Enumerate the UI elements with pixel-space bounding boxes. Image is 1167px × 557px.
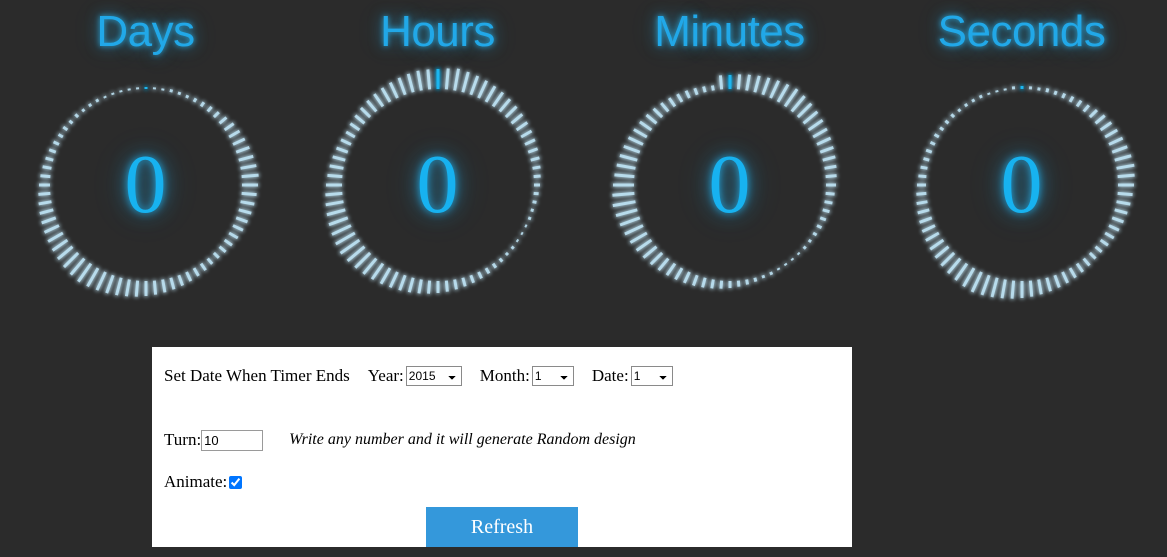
ring-ticks-days bbox=[37, 87, 259, 297]
ring-minutes: 0 bbox=[605, 60, 855, 310]
ring-ticks-minutes bbox=[611, 74, 837, 289]
counter-days: Days 0 bbox=[0, 0, 291, 318]
month-field-group: Month: 123456789101112 bbox=[480, 366, 574, 386]
counter-label-hours: Hours bbox=[380, 7, 495, 56]
counter-seconds: Seconds 0 bbox=[876, 0, 1167, 318]
year-label: Year: bbox=[367, 366, 404, 385]
turn-input[interactable] bbox=[201, 429, 264, 451]
date-field-group: Date: 1234567891011121314151617181920212… bbox=[592, 366, 673, 386]
year-select[interactable]: 201520162017201820192020 bbox=[405, 366, 462, 386]
ring-ticks-seconds bbox=[915, 86, 1135, 299]
settings-panel: Set Date When Timer Ends Year: 201520162… bbox=[152, 347, 852, 547]
turn-label: Turn: bbox=[164, 430, 202, 449]
ring-days: 0 bbox=[21, 60, 271, 310]
countdown-counters: Days 0 Hours 0 Minutes 0 Seconds 0 bbox=[0, 0, 1167, 318]
date-label: Date: bbox=[591, 366, 629, 385]
animate-checkbox[interactable] bbox=[229, 475, 243, 489]
counter-minutes: Minutes 0 bbox=[584, 0, 875, 318]
year-field-group: Year: 201520162017201820192020 bbox=[368, 366, 462, 386]
ring-ticks-hours bbox=[324, 68, 541, 294]
counter-label-minutes: Minutes bbox=[654, 7, 805, 56]
refresh-button-row: Refresh bbox=[152, 507, 852, 547]
month-label: Month: bbox=[479, 366, 530, 385]
turn-settings-row: Turn: Write any number and it will gener… bbox=[152, 417, 852, 463]
date-settings-row: Set Date When Timer Ends Year: 201520162… bbox=[152, 347, 852, 395]
animate-label: Animate: bbox=[164, 472, 228, 491]
refresh-button[interactable]: Refresh bbox=[426, 507, 578, 547]
counter-hours: Hours 0 bbox=[292, 0, 583, 318]
counter-label-days: Days bbox=[96, 7, 195, 56]
ring-seconds: 0 bbox=[897, 60, 1147, 310]
set-date-heading: Set Date When Timer Ends bbox=[164, 366, 350, 385]
turn-hint-text: Write any number and it will generate Ra… bbox=[289, 431, 636, 448]
counter-label-seconds: Seconds bbox=[937, 7, 1106, 56]
animate-settings-row: Animate: bbox=[152, 467, 852, 497]
month-select[interactable]: 123456789101112 bbox=[531, 366, 574, 386]
ring-hours: 0 bbox=[313, 60, 563, 310]
date-select[interactable]: 1234567891011121314151617181920212223242… bbox=[630, 366, 673, 386]
